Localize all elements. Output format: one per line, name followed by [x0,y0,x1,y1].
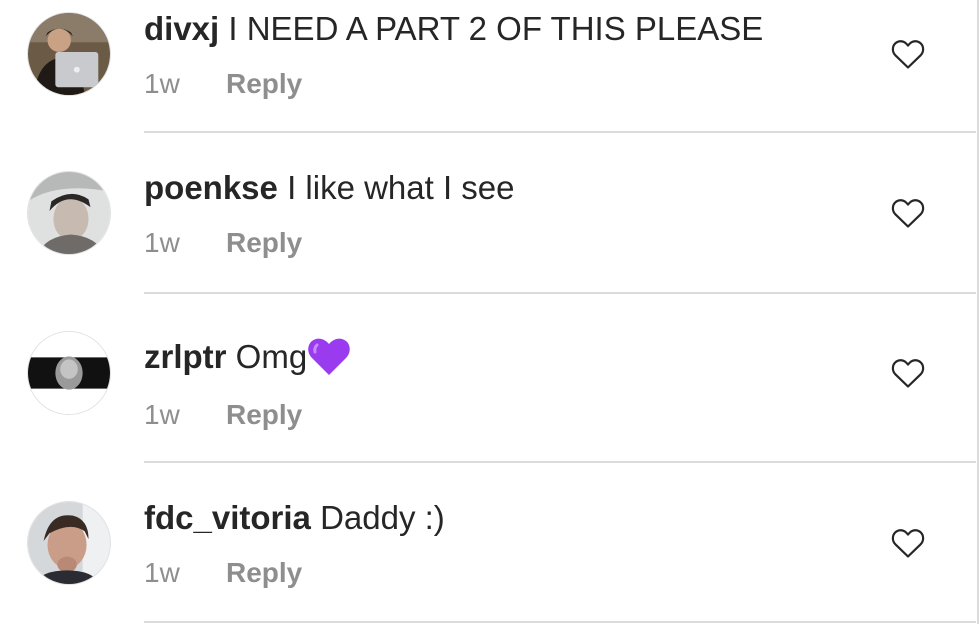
comment-username[interactable]: divxj [144,10,219,47]
scroll-edge [977,0,979,624]
comment-text: Omg [235,338,308,375]
comment-divider [144,131,976,133]
comment-text-line: zrlptr Omg [144,337,351,377]
purple-heart-emoji [307,337,351,377]
comment-divider [144,621,976,623]
comment-username[interactable]: fdc_vitoria [144,499,311,536]
reply-button[interactable]: Reply [226,227,302,258]
heart-outline-icon[interactable] [890,357,926,389]
comment-item: divxj I NEED A PART 2 OF THIS PLEASE 1w R… [0,0,976,134]
reply-button[interactable]: Reply [226,68,302,99]
comment-text-line: poenkse I like what I see [144,168,515,208]
comment-meta: 1w Reply [144,67,302,101]
comment-text: I like what I see [287,169,515,206]
comment-username[interactable]: poenkse [144,169,278,206]
comment-text: I NEED A PART 2 OF THIS PLEASE [228,10,764,47]
comment-username[interactable]: zrlptr [144,338,227,375]
comment-text-line: divxj I NEED A PART 2 OF THIS PLEASE [144,9,763,49]
comment-timestamp: 1w [144,557,180,588]
comment-timestamp: 1w [144,399,180,430]
user-avatar-icon[interactable] [27,501,111,585]
comment-meta: 1w Reply [144,398,302,432]
comment-meta: 1w Reply [144,226,302,260]
comment-item: fdc_vitoria Daddy :) 1w Reply [0,464,976,624]
comment-text-line: fdc_vitoria Daddy :) [144,498,445,538]
user-avatar-laptop-icon[interactable] [27,12,111,96]
user-avatar-icon[interactable] [27,171,111,255]
reply-button[interactable]: Reply [226,557,302,588]
heart-outline-icon[interactable] [890,527,926,559]
user-avatar-icon[interactable] [27,331,111,415]
comment-meta: 1w Reply [144,556,302,590]
comment-item: poenkse I like what I see 1w Reply [0,134,976,294]
comment-timestamp: 1w [144,227,180,258]
comment-text: Daddy :) [320,499,445,536]
comment-item: zrlptr Omg 1w Reply [0,294,976,464]
heart-outline-icon[interactable] [890,197,926,229]
reply-button[interactable]: Reply [226,399,302,430]
comment-divider [144,461,976,463]
comment-timestamp: 1w [144,68,180,99]
heart-outline-icon[interactable] [890,38,926,70]
